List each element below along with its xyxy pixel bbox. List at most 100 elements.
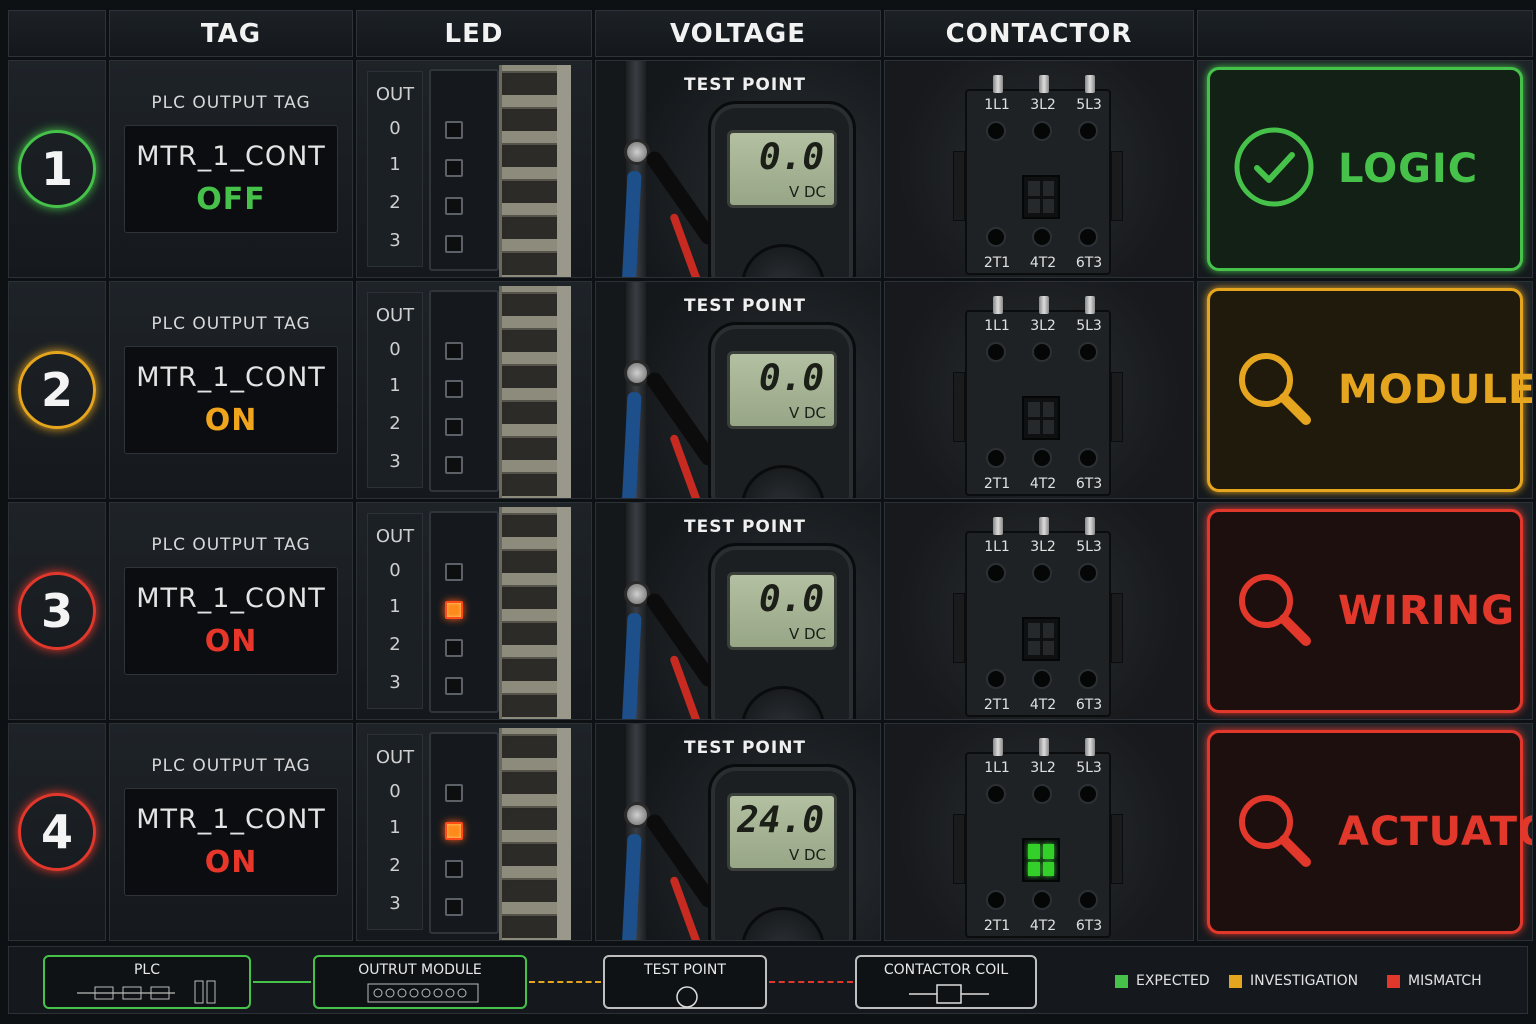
contactor-side [1111,372,1123,442]
led-off [445,784,463,802]
terminal-label-top: 5L3 [1076,539,1102,555]
legend-mismatch: MISMATCH [1387,973,1482,989]
meter-dial [741,465,825,498]
out-numbers: OUT 0 1 2 3 [367,71,423,267]
multimeter: 0.0 V DC [708,322,856,498]
contactor-cell-1: 1L1 2T1 3L2 4T2 5L3 6T3 [884,60,1194,278]
plc-label: PLC [133,962,161,978]
led-cell-1: OUT 0 1 2 3 [356,60,592,278]
terminal-hole [986,448,1006,468]
led-off [445,159,463,177]
out-label: OUT [375,84,415,105]
terminal-label-top: 1L1 [984,539,1010,555]
tag-caption: PLC OUTPUT TAG [151,535,311,555]
magnifier-icon [1232,567,1316,655]
tag-name: MTR_1_CONT [136,804,326,835]
out-number: 2 [389,192,401,213]
terminal-hole [1078,784,1098,804]
out-label: OUT [375,747,415,768]
magnifier-icon [1232,788,1316,876]
terminal-label-bottom: 2T1 [983,918,1011,934]
tag-name: MTR_1_CONT [136,583,326,614]
result-label: ACTUATOR [1338,809,1532,855]
out-label: OUT [375,526,415,547]
terminal-hole [1032,784,1052,804]
out-number: 0 [389,560,401,581]
terminal-label-bottom: 2T1 [983,697,1011,713]
led-off [445,563,463,581]
out-numbers: OUT 0 1 2 3 [367,734,423,930]
meter-display: 0.0 V DC [727,572,837,650]
led-off [445,418,463,436]
contactor-coil-box: CONTACTOR COIL [855,955,1037,1009]
terminal-hole [986,342,1006,362]
led-panel [429,732,499,934]
header-led: LED [356,10,592,57]
test-point-box: TEST POINT [603,955,767,1009]
header-result-blank [1197,10,1533,57]
out-number: 3 [389,672,401,693]
led-off [445,639,463,657]
out-number: 3 [389,451,401,472]
terminal-label-bottom: 4T2 [1029,697,1057,713]
contactor-indicator-window [1022,617,1060,661]
voltage-cell-3: TEST POINT 0.0 V DC [595,502,881,720]
step-number: 1 [18,130,96,208]
contactor-indicator-window [1022,396,1060,440]
terminal-pin [993,75,1003,93]
check-circle-icon [1232,125,1316,213]
result-label: LOGIC [1338,146,1479,192]
meter-value: 0.0 [758,358,824,399]
out-number: 0 [389,781,401,802]
contactor-body: 1L1 2T1 3L2 4T2 5L3 6T3 [953,738,1123,938]
terminal-label-top: 3L2 [1030,539,1056,555]
voltage-cell-2: TEST POINT 0.0 V DC [595,281,881,499]
led-off [445,342,463,360]
led-off [445,677,463,695]
terminal-hole [986,669,1006,689]
result-card: ACTUATOR [1207,730,1532,934]
plc-icon [77,980,216,1004]
terminal-pin [993,296,1003,314]
output-module-box: OUTRUT MODULE [313,955,527,1009]
legend-swatch-mismatch [1387,974,1400,988]
voltage-cell-4: TEST POINT 24.0 V DC [595,723,881,941]
meter-display: 24.0 V DC [727,793,837,871]
out-number: 1 [389,596,401,617]
terminal-hole [1078,563,1098,583]
terminal-label-top: 5L3 [1076,97,1102,113]
out-numbers: OUT 0 1 2 3 [367,513,423,709]
tag-caption: PLC OUTPUT TAG [151,314,311,334]
led-off [445,121,463,139]
tag-display: MTR_1_CONT ON [124,567,338,675]
terminal-hole [1032,669,1052,689]
contactor-side [953,814,965,884]
contactor-cell-3: 1L1 2T1 3L2 4T2 5L3 6T3 [884,502,1194,720]
led-off [445,235,463,253]
legend-mismatch-label: MISMATCH [1408,973,1482,989]
step-4-cell: 4 [8,723,106,941]
terminal-block [499,728,571,940]
terminal-pin [993,517,1003,535]
terminal-label-top: 3L2 [1030,318,1056,334]
header-blank [8,10,106,57]
meter-dial [741,686,825,719]
terminal-label-bottom: 4T2 [1029,255,1057,271]
terminal-pin [1085,738,1095,756]
tag-display: MTR_1_CONT ON [124,788,338,896]
result-cell-1: LOGIC [1197,60,1533,278]
terminal-hole [1032,342,1052,362]
contactor-side [1111,593,1123,663]
led-panel [429,511,499,713]
out-number: 3 [389,893,401,914]
out-numbers: OUT 0 1 2 3 [367,292,423,488]
meter-display: 0.0 V DC [727,130,837,208]
tag-state: OFF [196,182,266,217]
terminal-hole [1078,342,1098,362]
result-card: WIRING [1207,509,1523,713]
tag-cell-1: PLC OUTPUT TAG MTR_1_CONT OFF [109,60,353,278]
contactor-side [953,151,965,221]
contactor-side [1111,151,1123,221]
out-number: 0 [389,118,401,139]
contactor-side [953,593,965,663]
